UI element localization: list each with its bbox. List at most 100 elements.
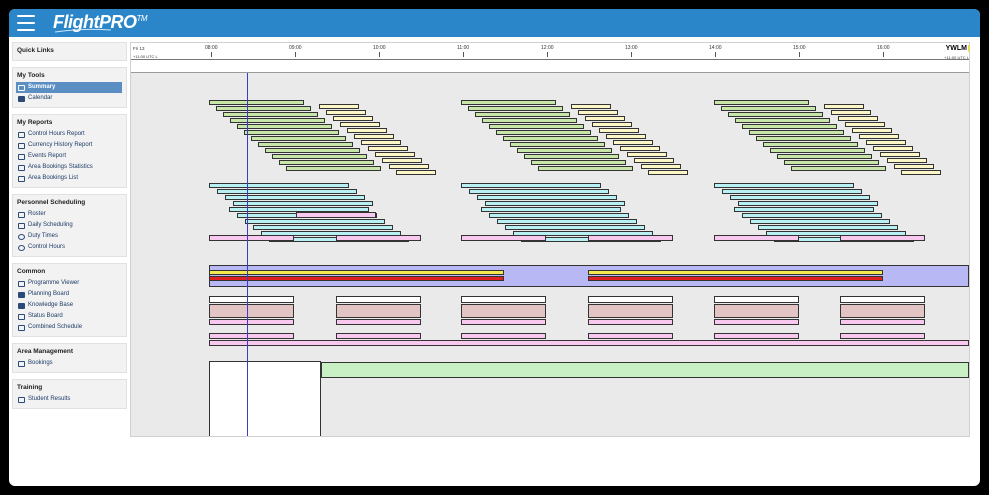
formation-block[interactable] [734, 207, 874, 212]
sidebar-item-student-results[interactable]: Student Results [16, 394, 122, 405]
sidebar-item-knowledge-base[interactable]: Knowledge Base [16, 300, 122, 311]
debrief-block[interactable] [620, 146, 660, 151]
training-sortie-block[interactable] [496, 130, 591, 135]
4af5-block[interactable] [461, 304, 546, 318]
pink-booking-block[interactable] [336, 319, 421, 325]
sidebar-item-calendar[interactable]: Calendar [16, 93, 122, 104]
debrief-block[interactable] [368, 146, 408, 151]
training-sortie-block[interactable] [510, 142, 605, 147]
training-sortie-block[interactable] [272, 154, 367, 159]
training-sortie-block[interactable] [503, 136, 598, 141]
formation-block[interactable] [714, 183, 854, 188]
training-sortie-block[interactable] [770, 148, 865, 153]
briefing-block[interactable] [296, 212, 376, 218]
debrief-block[interactable] [599, 128, 639, 133]
training-sortie-block[interactable] [517, 148, 612, 153]
lzmw1-block[interactable] [588, 333, 673, 339]
training-sortie-block[interactable] [489, 124, 584, 129]
training-sortie-block[interactable] [777, 154, 872, 159]
training-sortie-block[interactable] [524, 154, 619, 159]
formation-block[interactable] [469, 189, 609, 194]
stbs-red-block[interactable] [588, 276, 883, 281]
debrief-block[interactable] [824, 104, 864, 109]
training-sortie-block[interactable] [265, 148, 360, 153]
training-sortie-block[interactable] [286, 166, 381, 171]
hamburger-menu-icon[interactable] [17, 15, 35, 31]
sidebar-item-programme-viewer[interactable]: Programme Viewer [16, 278, 122, 289]
training-sortie-block[interactable] [538, 166, 633, 171]
training-sortie-block[interactable] [721, 106, 816, 111]
formation-block[interactable] [738, 201, 878, 206]
formation-block[interactable] [742, 213, 882, 218]
hawksim-block[interactable] [209, 340, 969, 346]
lzmw1-block[interactable] [336, 333, 421, 339]
formation-block[interactable] [253, 225, 393, 230]
training-sortie-block[interactable] [223, 112, 318, 117]
debrief-block[interactable] [627, 152, 667, 157]
debrief-block[interactable] [613, 140, 653, 145]
debrief-block[interactable] [375, 152, 415, 157]
debrief-block[interactable] [578, 110, 618, 115]
formation-block[interactable] [209, 183, 349, 188]
sidebar-item-bookings[interactable]: Bookings [16, 358, 122, 369]
training-sortie-block[interactable] [735, 118, 830, 123]
stbs-yellow-block[interactable] [588, 270, 883, 275]
training-sortie-block[interactable] [209, 100, 304, 105]
debrief-block[interactable] [389, 164, 429, 169]
stbs-red-block[interactable] [209, 276, 504, 281]
formation-block[interactable] [489, 213, 629, 218]
debrief-block[interactable] [585, 116, 625, 121]
pink-booking-block[interactable] [588, 319, 673, 325]
debrief-block[interactable] [866, 140, 906, 145]
debrief-block[interactable] [361, 140, 401, 145]
debrief-block[interactable] [592, 122, 632, 127]
debrief-block[interactable] [831, 110, 871, 115]
debrief-block[interactable] [845, 122, 885, 127]
sidebar-item-roster[interactable]: Roster [16, 209, 122, 220]
training-sortie-block[interactable] [258, 142, 353, 147]
training-sortie-block[interactable] [756, 136, 851, 141]
crew-header-block[interactable] [840, 296, 925, 303]
pink-booking-block[interactable] [840, 235, 925, 241]
training-sortie-block[interactable] [531, 160, 626, 165]
formation-block[interactable] [758, 225, 898, 230]
formation-block[interactable] [750, 219, 890, 224]
debrief-block[interactable] [859, 134, 899, 139]
sidebar-item-control-hours[interactable]: Control Hours [16, 242, 122, 253]
training-sortie-block[interactable] [461, 100, 556, 105]
training-sortie-block[interactable] [791, 166, 886, 171]
debrief-block[interactable] [852, 128, 892, 133]
training-sortie-block[interactable] [482, 118, 577, 123]
formation-block[interactable] [225, 195, 365, 200]
sidebar-item-summary[interactable]: Summary [16, 82, 122, 93]
formation-block[interactable] [485, 201, 625, 206]
4af5-block[interactable] [840, 304, 925, 318]
debrief-block[interactable] [396, 170, 436, 175]
pink-booking-block[interactable] [209, 319, 294, 325]
training-sortie-block[interactable] [475, 112, 570, 117]
debrief-block[interactable] [347, 128, 387, 133]
training-sortie-block[interactable] [237, 124, 332, 129]
sidebar-item-duty-times[interactable]: Duty Times [16, 231, 122, 242]
formation-block[interactable] [245, 219, 385, 224]
crew-header-block[interactable] [336, 296, 421, 303]
sidebar-item-control-hours-report[interactable]: Control Hours Report [16, 129, 122, 140]
pink-booking-block[interactable] [714, 319, 799, 325]
training-sortie-block[interactable] [468, 106, 563, 111]
formation-block[interactable] [461, 183, 601, 188]
sidebar-item-area-bookings-statistics[interactable]: Area Bookings Statistics [16, 162, 122, 173]
crew-header-block[interactable] [714, 296, 799, 303]
debrief-block[interactable] [354, 134, 394, 139]
training-sortie-block[interactable] [784, 160, 879, 165]
sidebar-item-events-report[interactable]: Events Report [16, 151, 122, 162]
pink-booking-block[interactable] [840, 319, 925, 325]
sidebar-item-currency-history-report[interactable]: Currency History Report [16, 140, 122, 151]
training-sortie-block[interactable] [714, 100, 809, 105]
debrief-block[interactable] [880, 152, 920, 157]
training-sortie-block[interactable] [251, 136, 346, 141]
roster-list-block[interactable] [209, 361, 321, 436]
debrief-block[interactable] [894, 164, 934, 169]
pink-booking-block[interactable] [461, 319, 546, 325]
lzmw1-block[interactable] [461, 333, 546, 339]
pink-booking-block[interactable] [336, 235, 421, 241]
